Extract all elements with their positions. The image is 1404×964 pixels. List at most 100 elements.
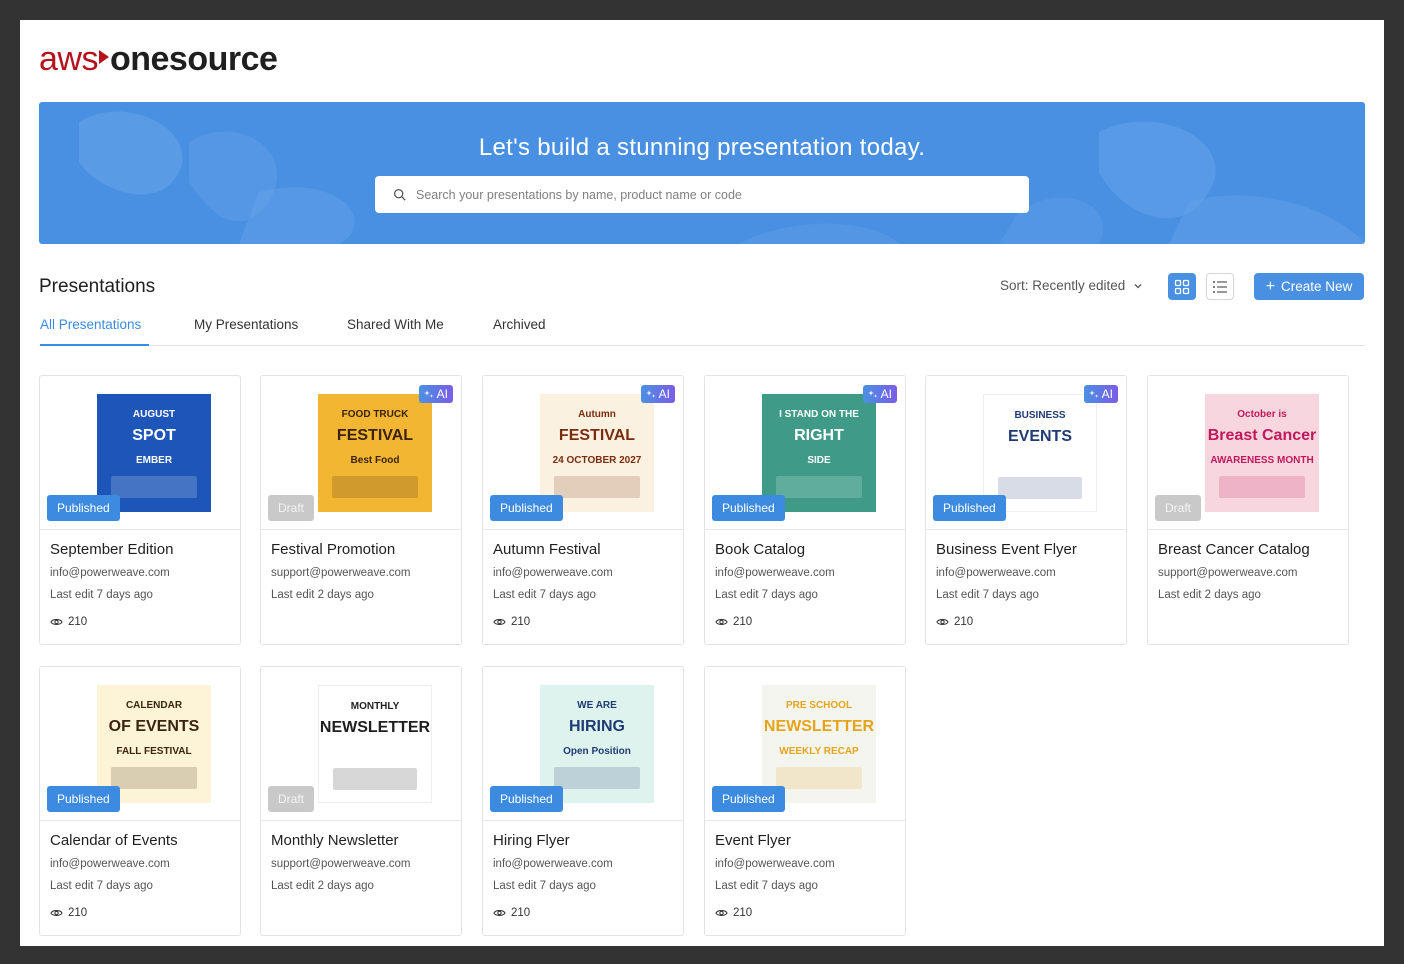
card-last-edit: Last edit 7 days ago [493,589,596,601]
thumbnail-line: AWARENESS MONTH [1210,455,1314,466]
card-views: 210 [493,616,530,628]
thumbnail-line: CALENDAR [125,700,183,711]
presentation-card[interactable]: October is Breast Cancer AWARENESS MONTH… [1147,375,1349,645]
ai-label: AI [436,387,448,401]
thumbnail-line: 24 OCTOBER 2027 [552,455,642,466]
thumbnail-graphic [776,476,862,498]
thumbnail-graphic [111,767,197,789]
logo-arrow-icon [98,50,109,64]
eye-icon [936,619,949,625]
sparkle-icon [867,390,878,398]
tab-my-presentations[interactable]: My Presentations [194,316,298,346]
card-last-edit: Last edit 2 days ago [271,589,374,601]
presentation-card[interactable]: CALENDAR OF EVENTS FALL FESTIVAL Publish… [39,666,241,936]
thumbnail-line: FOOD TRUCK [341,409,409,420]
presentation-card[interactable]: Autumn FESTIVAL 24 OCTOBER 2027 Publishe… [482,375,684,645]
eye-icon [493,910,506,916]
card-title[interactable]: Hiring Flyer [493,832,570,849]
view-count: 210 [733,616,753,628]
page-title: Presentations [39,276,156,297]
search-box[interactable] [375,176,1029,213]
tab-bar: All Presentations My Presentations Share… [39,316,1365,346]
plus-icon: + [1265,277,1276,295]
grid-view-button[interactable] [1168,273,1196,300]
thumbnail-graphic [776,767,862,789]
card-thumbnail-area: WE ARE HIRING Open Position Published [483,667,683,821]
presentation-card[interactable]: MONTHLY NEWSLETTER Draft Monthly Newslet… [260,666,462,936]
card-thumbnail-area: AUGUST SPOT EMBER Published [40,376,240,530]
ai-badge: AI [862,385,897,403]
eye-icon [50,619,63,625]
search-input[interactable] [416,187,996,202]
create-new-label: Create New [1281,279,1353,294]
card-last-edit: Last edit 7 days ago [715,589,818,601]
card-views: 210 [493,907,530,919]
thumbnail-line: OF EVENTS [108,718,200,735]
card-thumbnail-area: Autumn FESTIVAL 24 OCTOBER 2027 Publishe… [483,376,683,530]
card-email: info@powerweave.com [493,858,613,870]
status-badge: Published [490,786,563,812]
card-title[interactable]: September Edition [50,541,173,558]
card-title[interactable]: Calendar of Events [50,832,178,849]
eye-icon [715,910,728,916]
presentation-card[interactable]: I STAND ON THE RIGHT SIDE Published AI B… [704,375,906,645]
sparkle-icon [645,390,656,398]
status-badge: Published [47,786,120,812]
thumbnail-line: Autumn [578,409,616,420]
card-title[interactable]: Event Flyer [715,832,791,849]
presentation-card[interactable]: AUGUST SPOT EMBER Published September Ed… [39,375,241,645]
thumbnail-line: October is [1237,409,1287,420]
card-last-edit: Last edit 2 days ago [271,880,374,892]
status-badge: Published [712,495,785,521]
card-title[interactable]: Monthly Newsletter [271,832,399,849]
create-new-button[interactable]: + Create New [1254,273,1364,300]
sparkle-icon [423,390,434,398]
presentation-card[interactable]: WE ARE HIRING Open Position Published Hi… [482,666,684,936]
status-badge: Published [47,495,120,521]
card-email: info@powerweave.com [936,567,1056,579]
card-email: info@powerweave.com [715,858,835,870]
presentation-card[interactable]: PRE SCHOOL NEWSLETTER WEEKLY RECAP Publi… [704,666,906,936]
sort-dropdown[interactable]: Sort: Recently edited [1000,278,1143,293]
tab-all-presentations[interactable]: All Presentations [40,316,149,346]
thumbnail-graphic [333,768,417,790]
thumbnail-line: SIDE [807,455,831,466]
card-title[interactable]: Book Catalog [715,541,805,558]
card-thumbnail-area: I STAND ON THE RIGHT SIDE Published AI [705,376,905,530]
view-count: 210 [733,907,753,919]
card-views: 210 [50,907,87,919]
ai-label: AI [880,387,892,401]
presentation-card[interactable]: FOOD TRUCK FESTIVAL Best Food Draft AI F… [260,375,462,645]
card-thumbnail-area: FOOD TRUCK FESTIVAL Best Food Draft AI [261,376,461,530]
card-title[interactable]: Business Event Flyer [936,541,1077,558]
tab-shared-with-me[interactable]: Shared With Me [347,316,444,346]
thumbnail-line: Open Position [563,746,631,757]
thumbnail-line: Breast Cancer [1207,427,1317,444]
card-last-edit: Last edit 7 days ago [493,880,596,892]
presentation-card[interactable]: BUSINESS EVENTS Published AI Business Ev… [925,375,1127,645]
thumbnail-line: I STAND ON THE [779,409,859,420]
thumbnail-line: NEWSLETTER [319,719,431,736]
card-views: 210 [715,907,752,919]
thumbnail-line: Best Food [350,455,400,466]
card-email: info@powerweave.com [715,567,835,579]
card-title[interactable]: Autumn Festival [493,541,601,558]
logo-onesource-text: onesource [109,40,278,78]
tab-archived[interactable]: Archived [493,316,546,346]
card-title[interactable]: Breast Cancer Catalog [1158,541,1310,558]
card-email: support@powerweave.com [271,858,411,870]
view-count: 210 [511,907,531,919]
ai-label: AI [658,387,670,401]
thumbnail-graphic [111,476,197,498]
hero-title: Let's build a stunning presentation toda… [478,134,926,161]
card-thumbnail-area: October is Breast Cancer AWARENESS MONTH… [1148,376,1348,530]
ai-label: AI [1101,387,1113,401]
thumbnail-line: PRE SCHOOL [785,700,853,711]
card-title[interactable]: Festival Promotion [271,541,395,558]
logo-aws-text: aws [39,40,98,78]
list-view-button[interactable] [1206,273,1234,300]
list-icon [1213,280,1227,293]
thumbnail-graphic [998,477,1082,499]
thumbnail-line: MONTHLY [350,701,400,712]
thumbnail-line: EVENTS [1007,428,1072,445]
